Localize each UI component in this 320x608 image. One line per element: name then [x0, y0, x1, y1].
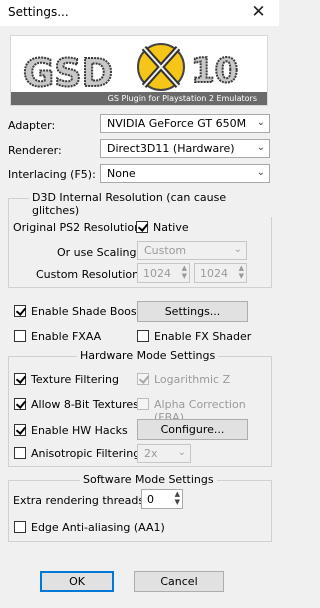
renderer-select[interactable]: Direct3D11 (Hardware) ⌄	[100, 139, 270, 158]
renderer-value: Direct3D11 (Hardware)	[107, 142, 235, 155]
interlacing-label: Interlacing (F5):	[8, 168, 96, 181]
anisotropic-value: 2x	[144, 447, 158, 460]
edge-aa-label: Edge Anti-aliasing (AA1)	[31, 521, 165, 534]
alpha-correction-checkbox[interactable]	[137, 398, 149, 410]
d3d-group-title: D3D Internal Resolution (can cause glitc…	[29, 191, 279, 217]
hw-hacks-label: Enable HW Hacks	[31, 424, 128, 437]
anisotropic-checkbox[interactable]	[14, 447, 26, 459]
arrow-up-icon[interactable]: ▲	[182, 265, 187, 272]
native-label: Native	[153, 221, 189, 234]
ok-button[interactable]: OK	[40, 571, 114, 592]
arrow-up-icon[interactable]: ▲	[239, 265, 244, 272]
adapter-label: Adapter:	[8, 119, 56, 132]
logarithmic-z-checkbox[interactable]	[137, 373, 149, 385]
custom-width-spinner[interactable]: 1024 ▲ ▼	[137, 263, 190, 283]
scaling-value: Custom	[144, 244, 187, 257]
custom-resolution-label: Custom Resolution:	[36, 268, 143, 281]
banner-subtitle: GS Plugin for Playstation 2 Emulators	[107, 94, 257, 103]
close-icon[interactable]: ✕	[238, 0, 279, 26]
texture-filtering-label: Texture Filtering	[31, 373, 120, 386]
window-title: Settings...	[8, 5, 69, 19]
configure-hacks-button[interactable]: Configure...	[137, 419, 248, 440]
anisotropic-select[interactable]: 2x ⌄	[137, 444, 191, 463]
hardware-group-title: Hardware Mode Settings	[77, 349, 219, 362]
arrow-up-icon[interactable]: ▲	[175, 491, 180, 498]
chevron-down-icon: ⌄	[256, 142, 265, 153]
scaling-label: Or use Scaling:	[57, 246, 141, 259]
arrow-down-icon[interactable]: ▼	[182, 273, 187, 280]
fx-shader-label: Enable FX Shader	[154, 330, 252, 343]
shade-boost-settings-button[interactable]: Settings...	[137, 301, 248, 322]
custom-height-spinner[interactable]: 1024 ▲ ▼	[194, 263, 247, 283]
shade-boost-label: Enable Shade Boost	[31, 305, 141, 318]
scaling-select[interactable]: Custom ⌄	[137, 241, 247, 260]
custom-height-value: 1024	[200, 267, 228, 280]
fxaa-label: Enable FXAA	[31, 330, 102, 343]
chevron-down-icon: ⌄	[177, 447, 186, 458]
software-group-title: Software Mode Settings	[80, 473, 217, 486]
chevron-down-icon: ⌄	[256, 117, 265, 128]
texture-filtering-checkbox[interactable]	[14, 373, 26, 385]
original-resolution-label: Original PS2 Resolution:	[13, 221, 145, 234]
renderer-label: Renderer:	[8, 144, 62, 157]
interlacing-value: None	[107, 167, 136, 180]
allow-8bit-label: Allow 8-Bit Textures	[31, 398, 139, 411]
native-checkbox[interactable]	[136, 221, 148, 233]
chevron-down-icon: ⌄	[233, 244, 242, 255]
anisotropic-label: Anisotropic Filtering	[31, 447, 141, 460]
arrow-down-icon[interactable]: ▼	[175, 499, 180, 506]
chevron-down-icon: ⌄	[256, 167, 265, 178]
adapter-value: NVIDIA GeForce GT 650M	[107, 117, 247, 130]
threads-value: 0	[147, 493, 154, 506]
custom-width-value: 1024	[143, 267, 171, 280]
fxaa-checkbox[interactable]	[14, 330, 26, 342]
logo-text-10: 10	[191, 51, 238, 91]
logarithmic-z-label: Logarithmic Z	[154, 373, 231, 386]
threads-label: Extra rendering threads:	[13, 494, 148, 507]
gsdx-logo-banner: GSD 10 GS Plugin for Playstation 2 Emula…	[10, 35, 268, 106]
arrow-down-icon[interactable]: ▼	[239, 273, 244, 280]
edge-aa-checkbox[interactable]	[14, 521, 26, 533]
shade-boost-checkbox[interactable]	[14, 305, 26, 317]
hw-hacks-checkbox[interactable]	[14, 424, 26, 436]
logo-text-gsd: GSD	[23, 51, 113, 95]
interlacing-select[interactable]: None ⌄	[100, 164, 270, 183]
threads-spinner[interactable]: 0 ▲ ▼	[141, 489, 183, 509]
allow-8bit-checkbox[interactable]	[14, 398, 26, 410]
cancel-button[interactable]: Cancel	[134, 571, 224, 592]
fx-shader-checkbox[interactable]	[137, 330, 149, 342]
adapter-select[interactable]: NVIDIA GeForce GT 650M ⌄	[100, 114, 270, 133]
